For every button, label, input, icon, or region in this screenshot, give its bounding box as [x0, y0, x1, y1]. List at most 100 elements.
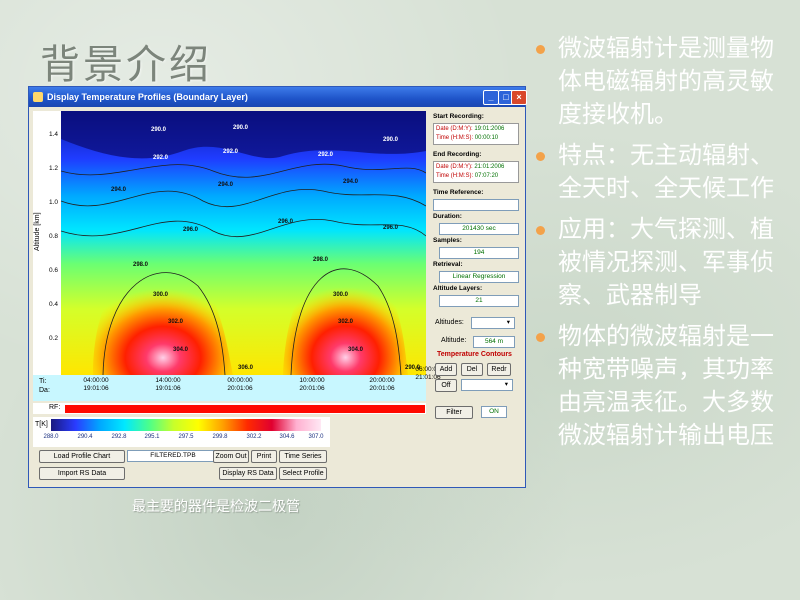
colorbar-tick: 295.1	[144, 434, 160, 440]
window-titlebar[interactable]: Display Temperature Profiles (Boundary L…	[29, 87, 527, 107]
contour-label: 290.0	[233, 125, 249, 131]
rf-label: RF:	[49, 404, 61, 411]
colorbar-tick: 290.4	[77, 434, 93, 440]
temperature-contours-label: Temperature Contours	[437, 351, 512, 358]
contour-label: 296.0	[183, 227, 199, 233]
contour-label: 300.0	[333, 292, 349, 298]
time-row-label: Ti:	[39, 378, 47, 385]
print-button[interactable]: Print	[251, 450, 277, 463]
add-contour-button[interactable]: Add	[435, 363, 457, 376]
time-tick: 00:00:00 20:01:06	[227, 377, 253, 392]
minimize-button[interactable]: _	[483, 90, 499, 105]
contour-label: 298.0	[133, 262, 149, 268]
bullet-item: 微波辐射计是测量物体电磁辐射的高灵敏度接收机。	[532, 32, 794, 131]
samples-label: Samples:	[433, 237, 462, 244]
start-recording-box: Date (D:M:Y): 19:01:2006 Time (H:M:S): 0…	[433, 123, 519, 145]
bullet-list: 微波辐射计是测量物体电磁辐射的高灵敏度接收机。 特点：无主动辐射、全天时、全天候…	[532, 32, 794, 460]
contour-label: 290.0	[383, 137, 399, 143]
contour-label: 306.0	[238, 365, 254, 371]
contour-label: 302.0	[168, 319, 184, 325]
zoom-out-button[interactable]: Zoom Out	[213, 450, 249, 463]
contour-label: 294.0	[218, 182, 234, 188]
y-tick: 0.4	[49, 301, 58, 308]
contour-label: 304.0	[348, 347, 364, 353]
bullet-item: 特点：无主动辐射、全天时、全天候工作	[532, 139, 794, 205]
altitude-layers-value: 21	[439, 295, 519, 307]
duration-label: Duration:	[433, 213, 462, 220]
contour-label: 292.0	[153, 155, 169, 161]
colorbar-unit: T[K]	[35, 421, 48, 428]
end-recording-box: Date (D:M:Y): 21:01:2006 Time (H:M:S): 0…	[433, 161, 519, 183]
time-tick: 14:00:00 19:01:06	[155, 377, 181, 392]
app-icon	[33, 92, 43, 102]
bullet-dot-icon	[536, 45, 545, 54]
y-axis-label: Altitude [km]	[34, 212, 41, 251]
end-recording-label: End Recording:	[433, 151, 482, 158]
filter-button[interactable]: Filter	[435, 406, 473, 419]
close-button[interactable]: ×	[511, 90, 527, 105]
contour-label: 300.0	[153, 292, 169, 298]
contour-label: 302.0	[338, 319, 354, 325]
bullet-dot-icon	[536, 152, 545, 161]
contour-label: 304.0	[173, 347, 189, 353]
colorbar-tick: 304.6	[279, 434, 295, 440]
filter-state: ON	[481, 406, 507, 418]
colorbar-tick: 297.5	[178, 434, 194, 440]
colorbar-tick: 288.0	[43, 434, 59, 440]
time-tick: 10:00:00 20:01:06	[299, 377, 325, 392]
contours-off-button[interactable]: Off	[435, 379, 457, 392]
time-series-button[interactable]: Time Series	[279, 450, 327, 463]
time-tick: 20:00:00 20:01:06	[369, 377, 395, 392]
y-tick: 0.6	[49, 267, 58, 274]
redraw-contour-button[interactable]: Redr	[487, 363, 511, 376]
rf-bar-fill	[65, 405, 425, 413]
file-name-field[interactable]: FILTERED.TPB	[127, 450, 219, 462]
delete-contour-button[interactable]: Del	[461, 363, 483, 376]
select-profile-button[interactable]: Select Profile	[279, 467, 327, 480]
y-tick: 0.2	[49, 335, 58, 342]
rf-indicator: RF:	[33, 403, 426, 414]
bullet-item: 物体的微波辐射是一种宽带噪声，其功率由亮温表征。大多数微波辐射计输出电压	[532, 320, 794, 452]
import-rs-data-button[interactable]: Import RS Data	[39, 467, 125, 480]
colorbar-tick: 302.2	[246, 434, 262, 440]
contour-dropdown[interactable]: ▾	[461, 379, 513, 391]
date-row-label: Da:	[39, 387, 50, 394]
colorbar-tick: 292.8	[111, 434, 127, 440]
retrieval-value: Linear Regression	[439, 271, 519, 283]
y-tick: 0.8	[49, 233, 58, 240]
colorbar-tick: 299.8	[212, 434, 228, 440]
time-axis: Ti: Da: 04:00:00 19:01:06 14:00:00 19:01:0…	[33, 366, 441, 401]
contour-label: 296.0	[383, 225, 399, 231]
altitude-label: Altitude:	[441, 337, 467, 344]
duration-value: 201430 sec	[439, 223, 519, 235]
altitude-layers-label: Altitude Layers:	[433, 285, 483, 292]
start-recording-label: Start Recording:	[433, 113, 484, 120]
altitudes-dropdown[interactable]: ▾	[471, 317, 515, 329]
y-tick: 1.4	[49, 131, 58, 138]
bullet-item: 应用：大气探测、植被情况探测、军事侦察、武器制导	[532, 213, 794, 312]
time-reference-label: Time Reference:	[433, 189, 484, 196]
app-window: Display Temperature Profiles (Boundary L…	[28, 86, 527, 488]
samples-value: 194	[439, 247, 519, 259]
slide-title: 背景介绍	[40, 42, 212, 88]
figure-caption: 最主要的器件是检波二极管	[132, 499, 300, 515]
contour-label: 294.0	[343, 179, 359, 185]
y-tick: 1.2	[49, 165, 58, 172]
y-tick: 1.0	[49, 199, 58, 206]
retrieval-label: Retrieval:	[433, 261, 463, 268]
contour-plot: Altitude [km] 1.4 1.2 1.0 0.8 0.6 0.4 0.…	[33, 111, 426, 375]
time-tick: 04:00:00 19:01:06	[83, 377, 109, 392]
time-reference-field[interactable]	[433, 199, 519, 211]
load-profile-chart-button[interactable]: Load Profile Chart	[39, 450, 125, 463]
altitude-value: 564 m	[473, 336, 515, 348]
window-title: Display Temperature Profiles (Boundary L…	[47, 92, 248, 102]
colorbar-tick: 307.0	[308, 434, 324, 440]
contour-label: 292.0	[318, 152, 334, 158]
contour-label: 290.0	[151, 127, 167, 133]
contour-label: 294.0	[111, 187, 127, 193]
bullet-dot-icon	[536, 226, 545, 235]
colorbar-legend: T[K] 288.0 290.4 292.8 295.1 297.5 299.8…	[33, 417, 330, 447]
temperature-profile-plot[interactable]: Altitude [km] 1.4 1.2 1.0 0.8 0.6 0.4 0.…	[33, 111, 426, 393]
contour-label: 296.0	[278, 219, 294, 225]
display-rs-data-button[interactable]: Display RS Data	[219, 467, 277, 480]
